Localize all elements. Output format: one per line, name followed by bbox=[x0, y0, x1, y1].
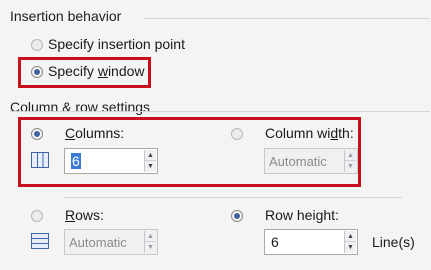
specify-insertion-point-option[interactable]: Specify insertion point bbox=[31, 36, 291, 56]
column-width-decrement-arrow-icon[interactable]: ▼ bbox=[345, 161, 356, 172]
column-row-settings-title: Column & row settings bbox=[10, 99, 151, 115]
columns-label: Columns: bbox=[65, 125, 125, 141]
columns-value[interactable]: 6 bbox=[71, 153, 81, 169]
column-row-settings-divider bbox=[10, 111, 430, 112]
column-width-increment-arrow-icon[interactable]: ▲ bbox=[345, 150, 356, 161]
row-height-label: Row height: bbox=[265, 207, 339, 223]
row-height-decrement-arrow-icon[interactable]: ▼ bbox=[345, 242, 356, 253]
rows-option[interactable]: Rows: bbox=[31, 207, 141, 227]
column-width-spinner[interactable]: Automatic ▲ ▼ bbox=[264, 148, 358, 174]
specify-window-radio[interactable] bbox=[31, 66, 43, 78]
specify-insertion-point-radio[interactable] bbox=[31, 39, 43, 51]
specify-insertion-point-label: Specify insertion point bbox=[48, 36, 185, 52]
rows-spinner[interactable]: Automatic ▲ ▼ bbox=[64, 229, 158, 255]
insertion-behavior-title: Insertion behavior bbox=[10, 8, 122, 24]
column-width-option[interactable]: Column width: bbox=[231, 125, 361, 145]
row-height-increment-arrow-icon[interactable]: ▲ bbox=[345, 231, 356, 242]
row-height-value[interactable]: 6 bbox=[271, 234, 279, 250]
row-height-unit-label: Line(s) bbox=[372, 234, 415, 250]
columns-option[interactable]: Columns: bbox=[31, 125, 141, 145]
column-width-radio[interactable] bbox=[231, 128, 243, 140]
column-width-label: Column width: bbox=[265, 125, 354, 141]
specify-window-option[interactable]: Specify window bbox=[31, 63, 151, 83]
columns-increment-arrow-icon[interactable]: ▲ bbox=[145, 150, 156, 161]
rows-decrement-arrow-icon[interactable]: ▼ bbox=[145, 242, 156, 253]
column-width-spinner-arrows: ▲ ▼ bbox=[344, 150, 356, 172]
rows-spinner-arrows: ▲ ▼ bbox=[144, 231, 156, 253]
column-width-value[interactable]: Automatic bbox=[269, 154, 327, 169]
columns-spinner-arrows: ▲ ▼ bbox=[144, 150, 156, 172]
columns-decrement-arrow-icon[interactable]: ▼ bbox=[145, 161, 156, 172]
rows-label: Rows: bbox=[65, 207, 104, 223]
specify-window-label: Specify window bbox=[48, 63, 145, 79]
columns-radio[interactable] bbox=[31, 128, 43, 140]
insertion-behavior-divider bbox=[144, 18, 430, 19]
row-height-radio[interactable] bbox=[231, 210, 243, 222]
rows-separator bbox=[64, 197, 402, 198]
rows-value[interactable]: Automatic bbox=[69, 235, 127, 250]
columns-spinner[interactable]: 6 ▲ ▼ bbox=[64, 148, 158, 174]
row-height-spinner-arrows: ▲ ▼ bbox=[344, 231, 356, 253]
rows-increment-arrow-icon[interactable]: ▲ bbox=[145, 231, 156, 242]
row-height-option[interactable]: Row height: bbox=[231, 207, 361, 227]
columns-icon bbox=[31, 152, 49, 168]
rows-icon bbox=[31, 233, 49, 249]
row-height-spinner[interactable]: 6 ▲ ▼ bbox=[264, 229, 358, 255]
rows-radio[interactable] bbox=[31, 210, 43, 222]
